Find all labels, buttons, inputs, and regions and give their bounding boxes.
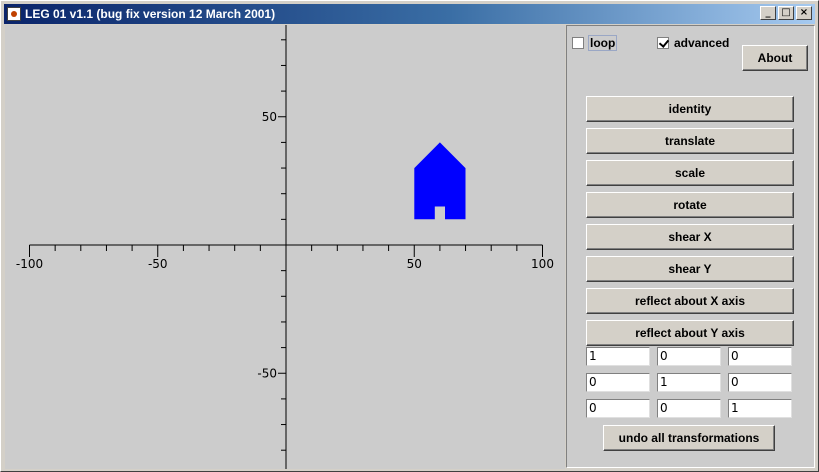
x-tick-label: 100 <box>531 257 554 271</box>
x-tick-label: -100 <box>16 257 43 271</box>
matrix-cell-1-1[interactable]: 1 <box>586 347 650 366</box>
shear-y-button[interactable]: shear Y <box>586 256 794 282</box>
minimize-button[interactable]: _ <box>760 6 776 20</box>
translate-button[interactable]: translate <box>586 128 794 154</box>
app-window: LEG 01 v1.1 (bug fix version 12 March 20… <box>0 0 819 472</box>
matrix-cell-1-3[interactable]: 0 <box>728 347 792 366</box>
identity-button[interactable]: identity <box>586 96 794 122</box>
app-icon[interactable] <box>7 7 21 21</box>
matrix-cell-3-1[interactable]: 0 <box>586 399 650 418</box>
reflect-x-button[interactable]: reflect about X axis <box>586 288 794 314</box>
matrix-cell-3-2[interactable]: 0 <box>657 399 721 418</box>
matrix-cell-3-3[interactable]: 1 <box>728 399 792 418</box>
close-button[interactable]: × <box>796 6 812 20</box>
advanced-label[interactable]: advanced <box>674 36 729 50</box>
maximize-button[interactable]: □ <box>778 6 794 20</box>
x-tick-label: -50 <box>148 257 168 271</box>
window-controls: _ □ × <box>758 6 812 20</box>
y-tick-label: -50 <box>257 366 277 380</box>
matrix-cell-2-3[interactable]: 0 <box>728 373 792 392</box>
house-shape <box>414 142 466 220</box>
matrix-cell-2-1[interactable]: 0 <box>586 373 650 392</box>
rotate-button[interactable]: rotate <box>586 192 794 218</box>
coordinate-plot: -100 -50 50 100 50 -50 <box>16 0 554 472</box>
loop-checkbox[interactable]: loop <box>572 35 618 51</box>
about-button[interactable]: About <box>742 45 808 71</box>
control-panel: loop advanced About identity translate s… <box>566 25 815 468</box>
window-title: LEG 01 v1.1 (bug fix version 12 March 20… <box>25 7 276 21</box>
plot-canvas[interactable]: -100 -50 50 100 50 -50 <box>5 0 565 472</box>
title-bar[interactable]: LEG 01 v1.1 (bug fix version 12 March 20… <box>4 4 815 24</box>
y-tick-label: 50 <box>262 110 277 124</box>
reflect-y-button[interactable]: reflect about Y axis <box>586 320 794 346</box>
scale-button[interactable]: scale <box>586 160 794 186</box>
undo-all-button[interactable]: undo all transformations <box>603 425 775 451</box>
x-tick-label: 50 <box>407 257 422 271</box>
advanced-checkbox-box[interactable] <box>657 37 669 49</box>
matrix-cell-1-2[interactable]: 0 <box>657 347 721 366</box>
advanced-checkbox[interactable]: advanced <box>657 36 729 50</box>
matrix-cell-2-2[interactable]: 1 <box>657 373 721 392</box>
loop-checkbox-box[interactable] <box>572 37 584 49</box>
loop-label[interactable]: loop <box>587 35 618 51</box>
shear-x-button[interactable]: shear X <box>586 224 794 250</box>
